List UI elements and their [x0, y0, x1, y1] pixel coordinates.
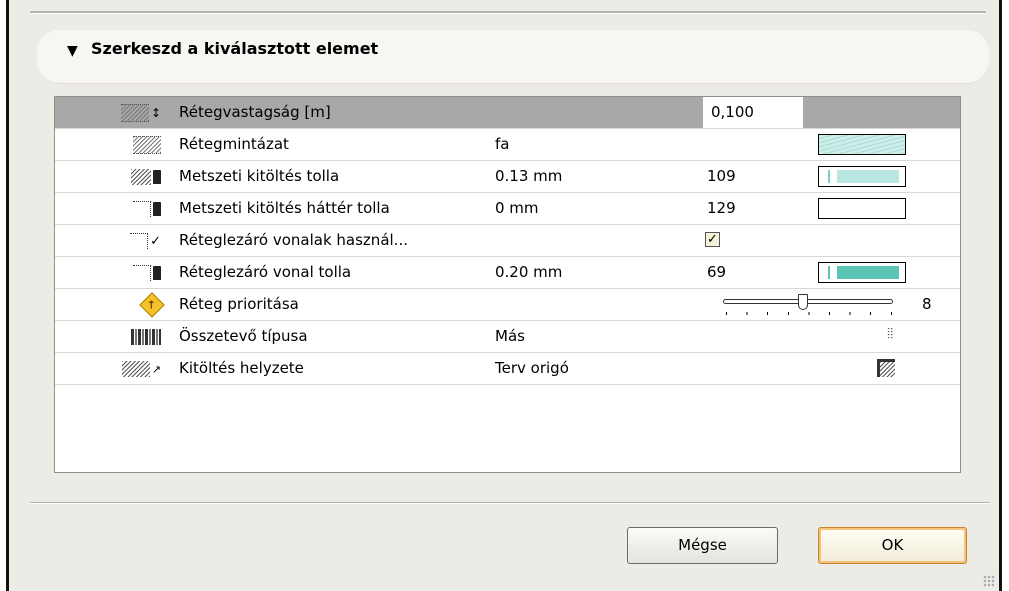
ok-button[interactable]: OK [818, 527, 967, 564]
pen-color-swatch[interactable] [818, 262, 906, 283]
pen-weight-value: 0.20 mm [495, 263, 563, 281]
slider-track[interactable] [723, 299, 893, 304]
fill-origin-icon[interactable] [877, 359, 895, 377]
table-row-component-type[interactable]: Összetevő típusa Más ⦙⦙ [55, 321, 960, 353]
table-row-priority[interactable]: ↑ Réteg prioritása 8 [55, 289, 960, 321]
top-divider [30, 11, 986, 14]
slider-thumb[interactable] [798, 294, 808, 310]
bottom-divider [30, 502, 990, 504]
pen-color-swatch[interactable] [818, 198, 906, 219]
pen-weight-value: 0.13 mm [495, 167, 563, 185]
priority-value: 8 [922, 295, 932, 313]
pen-number[interactable]: 109 [707, 167, 736, 185]
pen-color-swatch[interactable] [818, 166, 906, 187]
window-left-edge [0, 0, 9, 591]
pattern-swatch[interactable] [818, 134, 906, 155]
skin-end-line-pen-icon [95, 262, 161, 284]
component-lines-icon[interactable]: ⦙⦙ [887, 326, 893, 342]
cut-fill-pen-icon [95, 166, 161, 188]
fill-orientation-icon: ↗ [95, 358, 161, 380]
window-right-edge [999, 0, 1009, 591]
row-label: Összetevő típusa [179, 327, 308, 345]
row-label: Réteglezáró vonal tolla [179, 263, 352, 281]
slider-ticks [726, 312, 892, 315]
row-label: Metszeti kitöltés tolla [179, 167, 340, 185]
section-title: Szerkeszd a kiválasztott elemet [91, 39, 379, 58]
priority-slider[interactable] [713, 292, 893, 318]
component-type-value[interactable]: Más [495, 327, 525, 345]
resize-grip-icon[interactable] [983, 575, 995, 587]
skin-end-lines-checkbox[interactable]: ✓ [705, 232, 720, 247]
table-row-cut-fill-pen[interactable]: Metszeti kitöltés tolla 0.13 mm 109 [55, 161, 960, 193]
table-row-fill-orientation[interactable]: ↗ Kitöltés helyzete Terv origó [55, 353, 960, 385]
row-label: Réteglezáró vonalak használ... [179, 231, 408, 249]
skin-end-lines-check-icon: ✓ [95, 230, 161, 252]
row-label: Réteg prioritása [179, 295, 299, 313]
row-label: Rétegmintázat [179, 135, 289, 153]
table-row-skin-end-pen[interactable]: Réteglezáró vonal tolla 0.20 mm 69 [55, 257, 960, 289]
pen-weight-value: 0 mm [495, 199, 539, 217]
cut-fill-background-pen-icon [95, 198, 161, 220]
cancel-button[interactable]: Mégse [627, 527, 778, 564]
table-row-thickness[interactable]: ↕ Rétegvastagság [m] 0,100 [55, 97, 960, 129]
pattern-value[interactable]: fa [495, 135, 509, 153]
empty-cell [807, 97, 959, 128]
hatch-pattern-icon [95, 134, 161, 156]
pen-number[interactable]: 129 [707, 199, 736, 217]
table-row-skin-end-lines[interactable]: ✓ Réteglezáró vonalak használ... ✓ [55, 225, 960, 257]
table-row-pattern[interactable]: Rétegmintázat fa [55, 129, 960, 161]
row-label: Rétegvastagság [m] [179, 103, 331, 121]
layer-thickness-icon: ↕ [95, 102, 161, 124]
table-row-cut-fill-bg-pen[interactable]: Metszeti kitöltés háttér tolla 0 mm 129 [55, 193, 960, 225]
pen-number[interactable]: 69 [707, 263, 726, 281]
edit-selected-section-header[interactable]: ▼ Szerkeszd a kiválasztott elemet [37, 30, 989, 84]
component-type-icon [95, 326, 161, 348]
priority-diamond-icon: ↑ [95, 292, 165, 318]
triangle-down-icon[interactable]: ▼ [67, 43, 78, 59]
thickness-input[interactable]: 0,100 [703, 97, 803, 128]
row-label: Kitöltés helyzete [179, 359, 304, 377]
row-label: Metszeti kitöltés háttér tolla [179, 199, 390, 217]
fill-orientation-value[interactable]: Terv origó [495, 359, 569, 377]
properties-table: ↕ Rétegvastagság [m] 0,100 Rétegmintázat… [54, 96, 961, 473]
